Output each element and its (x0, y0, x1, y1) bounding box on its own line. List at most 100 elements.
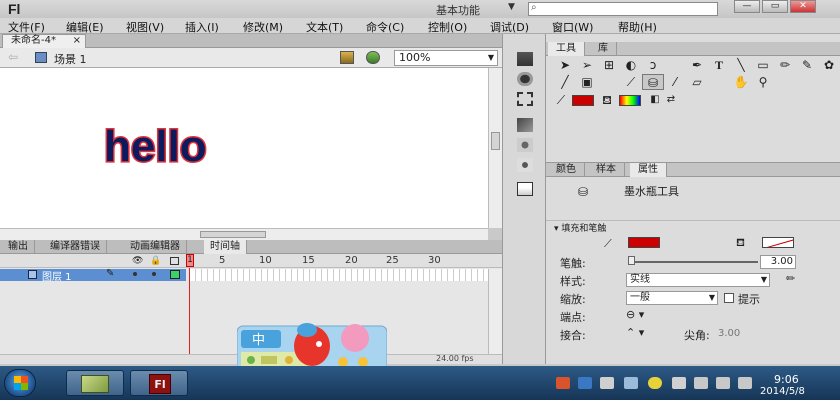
transform-panel-icon[interactable] (517, 92, 533, 106)
miter-input[interactable]: 3.00 (718, 328, 740, 339)
tab-library[interactable]: 库 (590, 42, 617, 56)
bone-tool-icon[interactable]: ╱ (554, 74, 576, 90)
layer-name[interactable]: 图层 1 (42, 268, 72, 283)
monitor-tray-icon[interactable] (694, 377, 708, 389)
eyedropper-tool-icon[interactable]: ⁄ (664, 74, 686, 90)
ime-tray-icon[interactable] (556, 377, 570, 389)
selection-tool-icon[interactable]: ➤ (554, 57, 576, 73)
visibility-dot[interactable] (133, 272, 137, 276)
stage-text-hello[interactable]: hello hello (100, 118, 290, 171)
code-snippets-icon[interactable] (517, 118, 533, 132)
tab-motion-editor[interactable]: 动画编辑器 (124, 240, 187, 254)
frames-row[interactable] (190, 269, 488, 281)
lock-dot[interactable] (152, 272, 156, 276)
taskbar-app-flash[interactable]: Fl (130, 370, 188, 396)
volume-icon[interactable] (738, 377, 752, 389)
document-tab[interactable]: 未命名-4* × (2, 34, 86, 48)
menu-insert[interactable]: 插入(I) (185, 19, 219, 35)
network-tray-icon[interactable] (578, 377, 592, 389)
tab-compiler-errors[interactable]: 编译器错误 (44, 240, 107, 254)
menu-debug[interactable]: 调试(D) (490, 19, 529, 35)
stage-vertical-scrollbar[interactable] (488, 68, 502, 228)
maximize-button[interactable]: ▭ (762, 0, 788, 13)
outline-icon[interactable] (170, 257, 179, 265)
layer-row[interactable]: 图层 1 ✎ (0, 268, 186, 283)
help-tray-icon[interactable] (624, 377, 638, 389)
menu-commands[interactable]: 命令(C) (366, 19, 404, 35)
tab-output[interactable]: 输出 (2, 240, 35, 254)
stroke-width-input[interactable]: 3.00 (760, 255, 796, 269)
tab-properties[interactable]: 属性 (630, 163, 667, 177)
clock-time[interactable]: 9:06 (774, 373, 799, 386)
close-icon[interactable]: × (73, 35, 81, 47)
stage-horizontal-scrollbar[interactable] (0, 228, 488, 240)
fps-readout[interactable]: 24.00 fps (436, 354, 474, 363)
stroke-width-slider-track[interactable] (628, 261, 758, 263)
mascot-input-method-widget[interactable]: 中 (237, 318, 387, 372)
brush-tool-icon[interactable]: ✎ (796, 57, 818, 73)
pencil-tool-icon[interactable]: ✏ (774, 57, 796, 73)
edit-stroke-style-icon[interactable]: ✏ (786, 272, 795, 285)
start-button[interactable] (4, 369, 36, 397)
settings-icon[interactable] (285, 356, 293, 364)
stroke-color-picker[interactable] (628, 237, 660, 248)
free-transform-tool-icon[interactable]: ⊞ (598, 57, 620, 73)
back-arrow-icon[interactable]: ⇦ (8, 50, 18, 64)
menu-edit[interactable]: 编辑(E) (66, 19, 104, 35)
menu-text[interactable]: 文本(T) (306, 19, 343, 35)
playhead[interactable]: 1 (186, 254, 194, 267)
keyboard-tray-icon[interactable] (600, 377, 614, 389)
punctuation-icon[interactable] (247, 356, 255, 364)
text-tool-icon[interactable]: T (708, 57, 730, 73)
menu-window[interactable]: 窗口(W) (552, 19, 593, 35)
keyboard-icon[interactable] (261, 356, 277, 364)
minimize-button[interactable]: — (734, 0, 760, 13)
info-panel-icon[interactable] (517, 72, 533, 86)
hand-tool-icon[interactable]: ✋ (730, 74, 752, 90)
tab-timeline[interactable]: 时间轴 (204, 240, 247, 254)
stroke-width-slider-knob[interactable] (628, 256, 635, 265)
security-tray-icon[interactable] (648, 377, 662, 389)
chevron-down-icon[interactable]: ▼ (508, 2, 515, 12)
edit-symbols-icon[interactable] (340, 51, 354, 64)
workspace-switcher[interactable]: 基本功能 (436, 2, 480, 18)
stroke-style-select[interactable]: 实线 ▼ (626, 273, 770, 287)
tab-tools[interactable]: 工具 (548, 42, 585, 56)
close-button[interactable]: ✕ (790, 0, 816, 13)
pen-tool-icon[interactable]: ✒ (686, 57, 708, 73)
help-search-input[interactable]: ⌕ (528, 2, 718, 16)
hint-checkbox[interactable] (724, 293, 734, 303)
fill-stroke-section-header[interactable]: ▾ 填充和笔触 (546, 220, 840, 234)
scrollbar-thumb[interactable] (200, 231, 266, 238)
3d-rotation-tool-icon[interactable]: ◐ (620, 57, 642, 73)
menu-control[interactable]: 控制(O) (428, 19, 467, 35)
stroke-color-swatch[interactable] (572, 95, 594, 106)
scale-select[interactable]: 一般 ▼ (626, 291, 718, 305)
taskbar-app-explorer[interactable] (66, 370, 124, 396)
lock-icon[interactable]: 🔒 (150, 256, 161, 266)
components-icon[interactable] (517, 138, 533, 152)
rectangle-tool-icon[interactable]: ▭ (752, 57, 774, 73)
zoom-select[interactable]: 100% ▼ (394, 50, 498, 66)
flag-tray-icon[interactable] (672, 377, 686, 389)
network-status-icon[interactable] (716, 377, 730, 389)
lasso-tool-icon[interactable]: ↄ (642, 57, 664, 73)
timeline-scrollbar[interactable] (488, 269, 502, 354)
fill-color-swatch[interactable] (619, 95, 641, 106)
tab-color[interactable]: 颜色 (548, 163, 585, 177)
bind-tool-icon[interactable]: ⟋ (620, 74, 642, 90)
layer-outline-color[interactable] (170, 270, 180, 279)
ink-bottle-tool-icon[interactable]: ⛁ (642, 74, 664, 90)
menu-help[interactable]: 帮助(H) (618, 19, 657, 35)
subselection-tool-icon[interactable]: ➢ (576, 57, 598, 73)
menu-file[interactable]: 文件(F) (8, 19, 45, 35)
motion-presets-icon[interactable] (517, 182, 533, 196)
align-panel-icon[interactable] (517, 52, 533, 66)
eraser-tool-icon[interactable]: ▱ (686, 74, 708, 90)
zoom-tool-icon[interactable]: ⚲ (752, 74, 774, 90)
clock-date[interactable]: 2014/5/8 (760, 386, 805, 397)
join-style-dropdown[interactable]: ⌃ ▾ (626, 326, 644, 339)
fill-color-picker[interactable] (762, 237, 794, 248)
library-panel-icon[interactable] (517, 158, 533, 172)
decorate-tool-icon[interactable]: ✿ (818, 57, 840, 73)
